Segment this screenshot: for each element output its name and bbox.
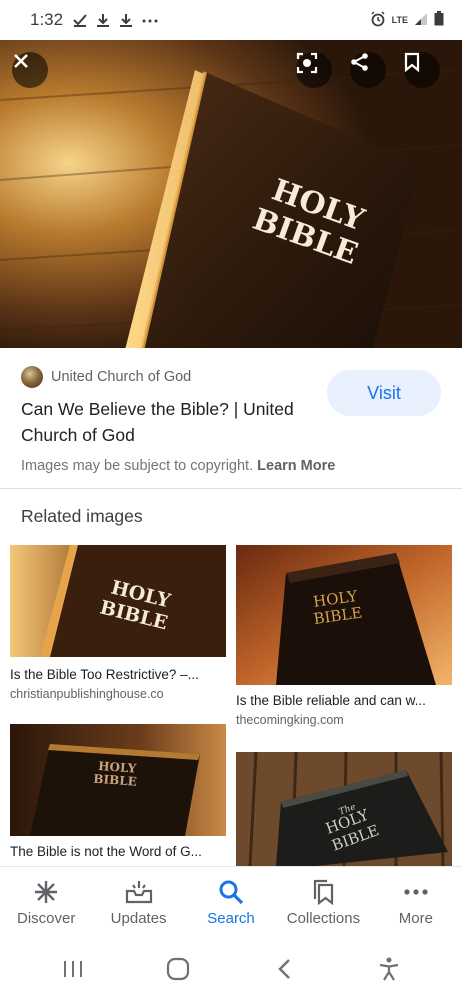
nav-search-label: Search: [207, 910, 255, 927]
back-icon: [278, 959, 290, 979]
download-icon: [119, 13, 133, 27]
lte-icon: LTE: [391, 15, 408, 25]
download-icon: [96, 13, 110, 27]
related-image-tile[interactable]: HOLY BIBLE The Bible is not the Word of …: [10, 724, 226, 859]
battery-icon: [434, 11, 444, 29]
more-dots-icon: [142, 13, 158, 27]
system-navigation-bar: [0, 938, 462, 1000]
hero-bible-illustration: HOLY BIBLE: [0, 40, 462, 348]
status-time: 1:32: [30, 10, 64, 29]
nav-updates[interactable]: Updates: [92, 867, 184, 938]
nav-more[interactable]: More: [370, 867, 462, 938]
result-title[interactable]: Can We Believe the Bible? | United Churc…: [21, 396, 321, 448]
collections-icon: [309, 878, 337, 906]
nav-collections-label: Collections: [286, 910, 361, 927]
related-image[interactable]: HOLY BIBLE: [10, 545, 226, 657]
nav-updates-label: Updates: [110, 910, 167, 927]
related-image-tile[interactable]: The HOLY BIBLE: [236, 752, 452, 866]
nav-collections[interactable]: Collections: [277, 867, 369, 938]
home-button[interactable]: [158, 949, 198, 989]
share-button[interactable]: [350, 52, 386, 88]
related-image-tile[interactable]: HOLY BIBLE Is the Bible reliable and can…: [236, 545, 452, 727]
checkmark-icon: [73, 13, 87, 27]
visit-button[interactable]: Visit: [327, 370, 441, 416]
related-domain: christianpublishinghouse.co: [10, 687, 164, 701]
learn-more-link[interactable]: Learn More: [257, 458, 335, 474]
share-icon: [351, 53, 368, 71]
bookmark-icon: [404, 52, 420, 72]
back-button[interactable]: [264, 949, 304, 989]
related-domain: thecomingking.com: [236, 713, 344, 727]
source-favicon: [21, 366, 43, 388]
recent-apps-icon: [63, 961, 82, 977]
search-icon: [217, 878, 245, 906]
accessibility-button[interactable]: [369, 949, 409, 989]
related-image[interactable]: The HOLY BIBLE: [236, 752, 452, 866]
status-right-icons: LTE: [370, 10, 444, 30]
nav-more-label: More: [398, 910, 433, 927]
bottom-navigation: Discover Updates Search Collections More: [0, 866, 462, 938]
lens-button[interactable]: [296, 52, 332, 88]
source-row[interactable]: United Church of God: [21, 366, 191, 388]
accessibility-icon: [380, 957, 399, 981]
bookmark-button[interactable]: [404, 52, 440, 88]
close-button[interactable]: [12, 52, 48, 88]
asterisk-icon: [32, 878, 60, 906]
copyright-notice: Images may be subject to copyright. Lear…: [21, 458, 335, 474]
nav-search[interactable]: Search: [185, 867, 277, 938]
lens-icon: [296, 52, 318, 74]
alarm-icon: [370, 10, 386, 30]
related-images-heading: Related images: [21, 506, 143, 526]
hero-image[interactable]: HOLY BIBLE: [0, 40, 462, 348]
copyright-text: Images may be subject to copyright.: [21, 458, 254, 474]
signal-icon: [414, 12, 428, 29]
related-image[interactable]: HOLY BIBLE: [236, 545, 452, 685]
source-name: United Church of God: [51, 369, 192, 385]
home-icon: [167, 957, 190, 981]
more-dots-icon: [402, 878, 430, 906]
related-caption[interactable]: Is the Bible reliable and can w...: [236, 693, 452, 708]
nav-discover[interactable]: Discover: [0, 867, 92, 938]
status-bar: 1:32 LTE: [0, 0, 462, 40]
nav-discover-label: Discover: [17, 910, 76, 927]
related-caption[interactable]: Is the Bible Too Restrictive? –...: [10, 667, 226, 682]
related-caption[interactable]: The Bible is not the Word of G...: [10, 844, 226, 859]
updates-inbox-icon: [125, 878, 153, 906]
related-image-tile[interactable]: HOLY BIBLE Is the Bible Too Restrictive?…: [10, 545, 226, 701]
recent-apps-button[interactable]: [53, 949, 93, 989]
close-icon: [14, 54, 28, 68]
related-image[interactable]: HOLY BIBLE: [10, 724, 226, 836]
divider: [0, 488, 462, 489]
